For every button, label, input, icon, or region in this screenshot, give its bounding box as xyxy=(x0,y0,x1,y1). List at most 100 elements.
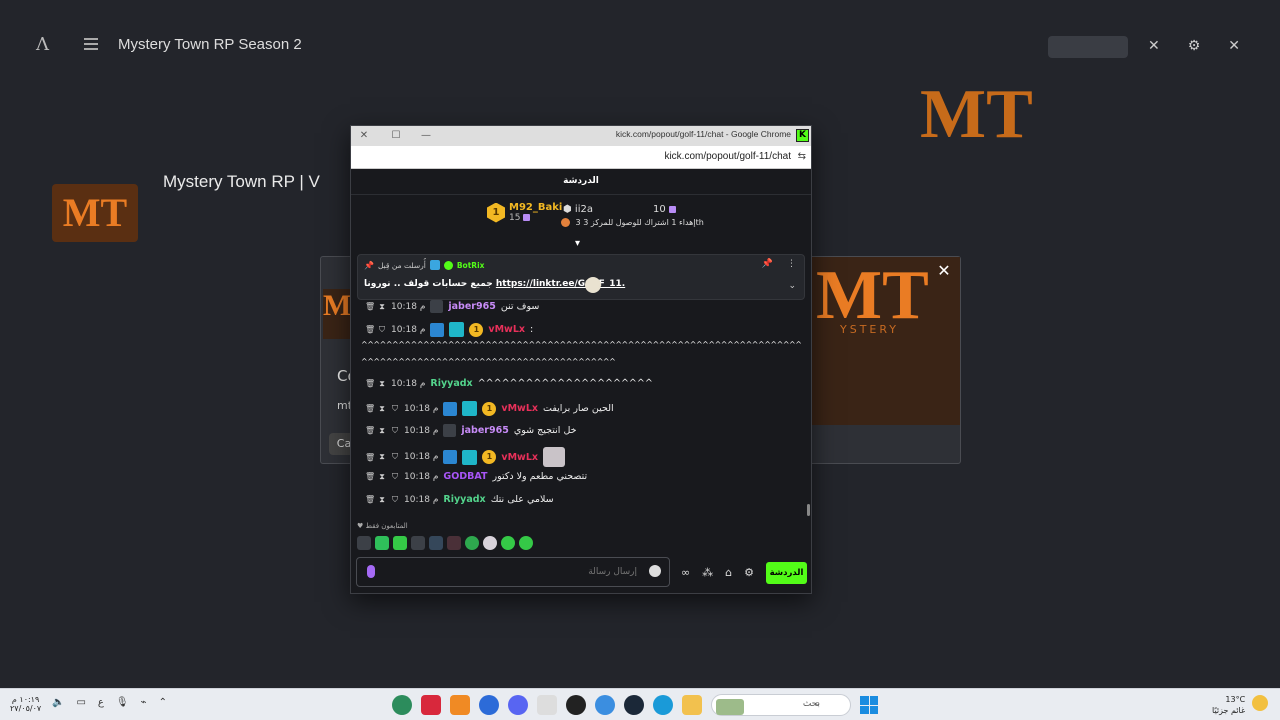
network-icon[interactable]: ⌁ xyxy=(141,697,147,708)
emote-icon[interactable] xyxy=(357,536,371,550)
ban-icon[interactable]: ⛉ xyxy=(391,404,399,414)
ban-icon[interactable]: ⛉ xyxy=(378,325,386,335)
chat-message[interactable]: 🗑 ⧗ ⛉ 10:18 م 1 vMwLx الحين صار برايفت xyxy=(365,401,614,416)
modal-left-art: M xyxy=(323,289,353,339)
headset-app-icon[interactable] xyxy=(479,695,499,715)
maximize-icon[interactable]: ☐ xyxy=(389,128,403,144)
delete-icon[interactable]: 🗑 xyxy=(365,404,375,413)
delete-icon[interactable]: 🗑 xyxy=(365,325,375,334)
infinity-icon[interactable]: ∞ xyxy=(681,566,690,579)
emote-icon[interactable] xyxy=(429,536,443,550)
emote-icon[interactable] xyxy=(483,536,497,550)
emote-icon[interactable] xyxy=(393,536,407,550)
delete-icon[interactable]: 🗑 xyxy=(365,495,375,504)
delete-icon[interactable]: 🗑 xyxy=(365,426,375,435)
edge-icon[interactable] xyxy=(653,695,673,715)
timeout-icon[interactable]: ⧗ xyxy=(378,379,386,389)
ban-icon[interactable]: ⛉ xyxy=(391,472,399,482)
delete-icon[interactable]: 🗑 xyxy=(365,472,375,481)
file-explorer-icon[interactable] xyxy=(682,695,702,715)
microphone-tray-icon[interactable]: 🎙 xyxy=(116,697,129,708)
taskbar-search[interactable]: بحث ⌕ xyxy=(711,694,851,716)
minimize-icon[interactable]: — xyxy=(419,128,433,144)
close-icon[interactable]: ✕ xyxy=(357,128,371,144)
gifter-badge-icon xyxy=(462,449,478,465)
message-username[interactable]: GODBAT xyxy=(443,471,487,482)
modal-close-icon[interactable]: ✕ xyxy=(932,259,956,283)
chat-message[interactable]: 🗑 ⧗ ⛉ 10:18 م GODBAT تتصحني مطعم ولا دكت… xyxy=(365,471,587,482)
emoji-picker-icon[interactable] xyxy=(649,565,661,577)
address-bar[interactable]: kick.com/popout/golf-11/chat ⇆ xyxy=(351,146,811,169)
emote-icon[interactable] xyxy=(519,536,533,550)
display-icon[interactable]: ▭ xyxy=(76,697,85,708)
ban-icon[interactable]: ⛉ xyxy=(391,495,399,505)
timeout-icon[interactable]: ⧗ xyxy=(378,426,386,436)
app-icon[interactable] xyxy=(566,695,586,715)
windows-start-icon[interactable] xyxy=(860,696,878,714)
clock[interactable]: ١٠:١٩ م ٢٧/٠٥/٠٧ xyxy=(10,695,41,713)
app-icon[interactable] xyxy=(421,695,441,715)
steam-icon[interactable] xyxy=(624,695,644,715)
message-username[interactable]: vMwLx xyxy=(488,324,525,335)
emote-icon[interactable] xyxy=(447,536,461,550)
message-username[interactable]: Riyyadx xyxy=(430,378,472,389)
emote-icon[interactable] xyxy=(375,536,389,550)
app-icon[interactable] xyxy=(537,695,557,715)
leaderboard-toggle-icon[interactable]: ▾ xyxy=(575,238,580,249)
timeout-icon[interactable]: ⧗ xyxy=(378,404,386,414)
discord-icon[interactable] xyxy=(508,695,528,715)
app-icon[interactable] xyxy=(392,695,412,715)
chat-message[interactable]: 🗑 ⧗ ⛉ 10:18 م Riyyadx سلامي على نتك xyxy=(365,494,554,505)
delete-icon[interactable]: 🗑 xyxy=(365,453,375,462)
chat-message[interactable]: 🗑 ⧗ ⛉ 10:18 م jaber965 خل انتجيج شوي xyxy=(365,424,577,437)
timeout-icon[interactable]: ⧗ xyxy=(378,452,386,462)
chat-message[interactable]: 🗑 ⧗ ⛉ 10:18 م 1 vMwLx xyxy=(365,447,565,467)
more-options-icon[interactable]: ⋮ xyxy=(787,259,796,269)
delete-icon[interactable]: 🗑 xyxy=(365,302,375,311)
emote-icon[interactable] xyxy=(501,536,515,550)
settings-icon[interactable]: ⚙ xyxy=(744,566,754,579)
message-username[interactable]: Riyyadx xyxy=(443,494,485,505)
users-icon[interactable]: ⁂ xyxy=(702,566,713,579)
leaderboard-second[interactable]: ⬢ ii2a xyxy=(563,204,593,215)
leaderboard-first[interactable]: 1 M92_Baki 15 xyxy=(487,202,562,223)
chat-message[interactable]: 🗑 ⧗ 10:18 م jaber965 سوف تنن xyxy=(365,300,539,313)
message-username[interactable]: vMwLx xyxy=(501,452,538,463)
ban-icon[interactable]: ⛉ xyxy=(391,426,399,436)
pinned-username[interactable]: BotRix xyxy=(457,261,485,270)
chrome-icon[interactable] xyxy=(595,695,615,715)
chat-message[interactable]: 🗑 ⧗ 10:18 م Riyyadx ^^^^^^^^^^^^^^^^^^^^… xyxy=(365,378,653,389)
url-text[interactable]: kick.com/popout/golf-11/chat xyxy=(664,151,791,162)
emote-icon[interactable] xyxy=(465,536,479,550)
leaderboard-first-score: 15 xyxy=(509,213,521,223)
weather-temp: 13°C xyxy=(1225,695,1246,704)
pinned-link[interactable]: https://linktr.ee/GOLF_11. xyxy=(496,279,625,289)
site-settings-icon[interactable]: ⇆ xyxy=(798,151,806,162)
store-icon[interactable]: ⌂ xyxy=(725,566,732,579)
timeout-icon[interactable]: ⧗ xyxy=(378,495,386,505)
emote-icon[interactable] xyxy=(411,536,425,550)
message-text: الحين صار برايفت xyxy=(543,403,614,414)
unpin-icon[interactable]: 📌 xyxy=(762,259,773,269)
volume-icon[interactable]: 🔈 xyxy=(52,697,64,708)
message-time: 10:18 م xyxy=(404,494,439,505)
delete-icon[interactable]: 🗑 xyxy=(365,379,375,388)
microphone-icon[interactable] xyxy=(367,565,375,578)
chat-message[interactable]: 🗑 ⛉ 10:18 م 1 vMwLx : xyxy=(365,322,533,337)
chevron-up-icon[interactable]: ⌃ xyxy=(159,697,167,708)
message-username[interactable]: vMwLx xyxy=(501,403,538,414)
timeout-icon[interactable]: ⧗ xyxy=(378,302,386,312)
leaderboard-third[interactable]: 10 xyxy=(653,204,676,215)
timeout-icon[interactable]: ⧗ xyxy=(378,472,386,482)
ban-icon[interactable]: ⛉ xyxy=(391,452,399,462)
composer-tools: ∞ ⁂ ⌂ ⚙ xyxy=(681,566,754,579)
message-username[interactable]: jaber965 xyxy=(448,301,495,312)
language-indicator[interactable]: ع xyxy=(98,697,104,708)
send-chat-button[interactable]: الدردشة xyxy=(766,562,807,584)
chat-scrollbar[interactable] xyxy=(807,504,810,516)
message-username[interactable]: jaber965 xyxy=(461,425,508,436)
weather-widget[interactable]: 13°C غائم جزئيًا xyxy=(1212,694,1245,716)
app-icon[interactable] xyxy=(450,695,470,715)
chat-input[interactable] xyxy=(387,562,637,582)
chevron-down-icon[interactable]: ⌄ xyxy=(788,281,796,291)
